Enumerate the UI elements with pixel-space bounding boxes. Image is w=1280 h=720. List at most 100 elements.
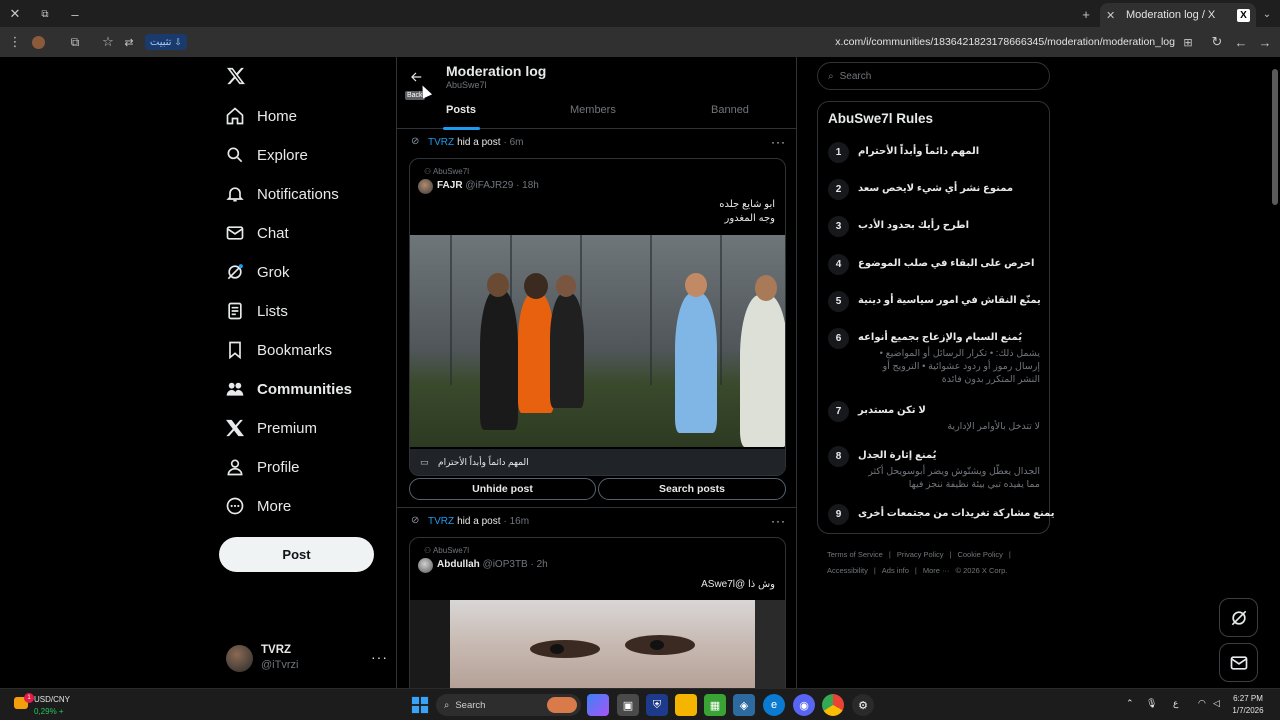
start-button[interactable] (409, 694, 431, 716)
folder-icon[interactable] (675, 694, 697, 716)
forward-arrow-icon[interactable]: → (1255, 32, 1275, 52)
more-options-icon[interactable]: ··· (771, 514, 786, 528)
chrome-icon[interactable] (822, 694, 844, 716)
unhide-post-button[interactable]: Unhide post (409, 478, 596, 500)
footer-separator: | (1008, 550, 1011, 559)
nav-item-chat[interactable]: Chat (224, 218, 289, 248)
moderator-name[interactable]: TVRZ (428, 516, 454, 527)
nav-item-more[interactable]: More (224, 491, 291, 521)
search-posts-button[interactable]: Search posts (598, 478, 786, 500)
nav-label: Communities (257, 380, 353, 398)
shield-icon[interactable]: ⛨ (646, 694, 668, 716)
post-text-line: ابو شايع جلده (719, 199, 775, 210)
account-more-icon[interactable]: ··· (371, 649, 388, 665)
minimize-window-icon[interactable]: – (65, 4, 85, 24)
tab-members[interactable]: Members (570, 104, 616, 116)
page-subtitle: AbuSwe7l (446, 80, 487, 90)
page-scrollbar[interactable] (1270, 57, 1280, 688)
account-switcher[interactable]: TVRZ @iTvrzi ··· (226, 643, 388, 675)
nav-item-grok[interactable]: Grok (224, 257, 290, 287)
search-input[interactable]: ⌕ Search (817, 62, 1050, 90)
footer-link[interactable]: More ··· (923, 566, 950, 575)
input-language[interactable]: ع (1173, 698, 1178, 709)
store-icon[interactable]: ▣ (617, 694, 639, 716)
tab-search-chevron-icon[interactable]: ⌄ (1257, 4, 1277, 24)
taskbar-search[interactable]: ⌕ Search (436, 694, 581, 716)
nav-label: Grok (257, 263, 290, 281)
browser-tab[interactable]: ✕ Moderation log / X X (1100, 3, 1256, 27)
ticker-widget[interactable]: 1 USD/CNY 0,29% + (12, 693, 102, 717)
footer-link[interactable]: Accessibility (827, 566, 868, 575)
ticker-name: USD/CNY (34, 695, 71, 704)
nav-item-home[interactable]: Home (224, 101, 297, 131)
hidden-post-card[interactable]: ⚇ AbuSwe7l FAJR @iFAJR29 · 18h ابو شايع … (409, 158, 786, 476)
nav-label: More (257, 497, 292, 515)
show-hidden-icons[interactable]: ⌃ (1126, 698, 1134, 709)
more-options-icon[interactable]: ··· (771, 135, 786, 149)
post-author[interactable]: FAJR @iFAJR29 · 18h (437, 180, 539, 191)
open-in-app-icon[interactable]: ⊞ (1178, 32, 1198, 52)
post-image[interactable] (410, 235, 785, 447)
minecraft-icon[interactable]: ▦ (704, 694, 726, 716)
grok-icon (1231, 610, 1246, 625)
wifi-icon[interactable]: ◠ (1198, 698, 1206, 709)
footer-link[interactable]: Ads info (882, 566, 909, 575)
rule-description: يشمل ذلك: • تكرار الرسائل أو المواضيع • … (879, 348, 1040, 385)
profile-icon[interactable] (28, 32, 48, 52)
edge-icon[interactable]: e (763, 694, 785, 716)
nav-item-explore[interactable]: Explore (224, 140, 308, 170)
rule-title: يُمنع إثارة الجدل (858, 450, 937, 461)
address-bar[interactable]: x.com/i/communities/1836421823178666345/… (830, 36, 1175, 48)
post-button[interactable]: Post (219, 537, 374, 572)
app-icon[interactable]: ◈ (733, 694, 755, 716)
moderator-name[interactable]: TVRZ (428, 137, 454, 148)
x-logo-icon[interactable] (226, 66, 246, 86)
post-text: ابو شايع جلده وجه المغدور (719, 198, 775, 226)
tab-close-icon[interactable]: ✕ (1106, 9, 1120, 22)
footer-link[interactable]: © 2026 X Corp. (956, 566, 1008, 575)
log-time: · 6m (503, 136, 524, 148)
tab-banned[interactable]: Banned (711, 104, 749, 116)
clock[interactable]: 6:27 PM 1/7/2026 (1226, 693, 1270, 717)
post-image[interactable] (410, 600, 785, 688)
volume-icon[interactable]: ◁ (1213, 698, 1220, 709)
footer-links: Terms of Service | Privacy Policy | Cookie P… (827, 547, 1042, 579)
restore-window-icon[interactable]: ⧉ (35, 4, 55, 24)
grok-fab-button[interactable] (1219, 598, 1258, 637)
nav-item-profile[interactable]: Profile (224, 452, 300, 482)
scrollbar-thumb[interactable] (1272, 69, 1278, 205)
app-icon[interactable]: ⚙ (852, 694, 874, 716)
x-favicon: X (1237, 8, 1250, 22)
rule-number: 8 (828, 446, 849, 467)
discord-icon[interactable]: ◉ (793, 694, 815, 716)
nav-item-notifications[interactable]: Notifications (224, 179, 339, 209)
hidden-post-card[interactable]: ⚇ AbuSwe7l Abdullah @iOP3TB · 2h وش ذا @… (409, 537, 786, 688)
footer-link[interactable]: Terms of Service (827, 550, 883, 559)
extensions-icon[interactable]: ⧉ (65, 32, 85, 52)
reload-icon[interactable]: ↻ (1207, 32, 1227, 52)
tab-posts[interactable]: Posts (446, 104, 476, 116)
bookmark-star-icon[interactable]: ☆ (98, 32, 118, 52)
avatar[interactable] (418, 179, 433, 194)
footer-link[interactable]: Cookie Policy (957, 550, 1002, 559)
nav-label: Bookmarks (257, 341, 333, 359)
translate-icon[interactable]: ⇄ (119, 32, 139, 52)
nav-item-premium[interactable]: Premium (224, 413, 317, 443)
close-window-icon[interactable]: ✕ (5, 4, 25, 24)
microphone-icon[interactable]: 🎙 (1146, 698, 1157, 709)
browser-menu-icon[interactable]: ⋮ (5, 32, 25, 52)
nav-item-lists[interactable]: Lists (224, 296, 288, 326)
messages-fab-button[interactable] (1219, 643, 1258, 682)
post-author[interactable]: Abdullah @iOP3TB · 2h (437, 559, 548, 570)
bookmark-icon (224, 339, 246, 361)
author-handle: @iOP3TB · 2h (482, 559, 548, 570)
avatar[interactable] (418, 558, 433, 573)
footer-link[interactable]: Privacy Policy (897, 550, 944, 559)
nav-item-communities[interactable]: Communities (224, 374, 352, 404)
new-tab-icon[interactable]: + (1076, 4, 1096, 24)
copilot-icon[interactable] (587, 694, 609, 716)
install-app-button[interactable]: تثبيت ⇩ (145, 34, 187, 50)
back-arrow-icon[interactable]: ← (1231, 32, 1251, 52)
nav-label: Notifications (257, 185, 339, 203)
nav-item-bookmarks[interactable]: Bookmarks (224, 335, 332, 365)
